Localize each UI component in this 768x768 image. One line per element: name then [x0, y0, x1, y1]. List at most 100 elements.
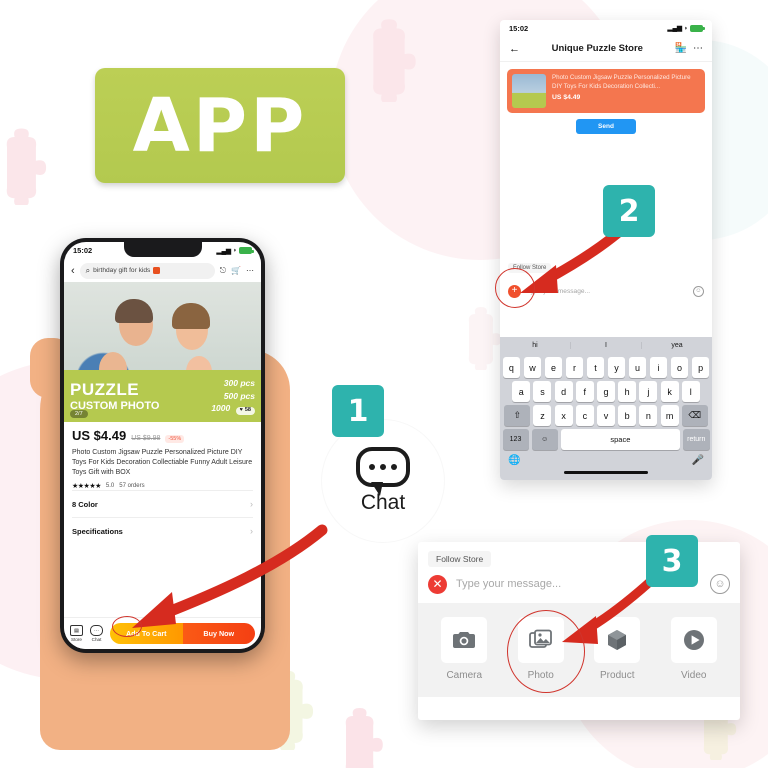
app-banner-label: APP [132, 82, 308, 169]
like-badge: ♥ 58 [235, 406, 255, 415]
close-icon[interactable]: ✕ [428, 574, 447, 594]
photo-hair [115, 298, 154, 323]
key-e[interactable]: e [544, 357, 563, 378]
key-u[interactable]: u [628, 357, 647, 378]
option-label: 8 Color [72, 499, 98, 509]
bottom-nav-store[interactable]: ▤ Store [70, 625, 83, 642]
suggestion-item[interactable]: hi [500, 342, 571, 349]
product-price: US $4.49 [72, 428, 127, 443]
search-input[interactable]: ⌕ birthday gift for kids [79, 262, 215, 279]
key-w[interactable]: w [523, 357, 542, 378]
photo-hair [172, 303, 211, 329]
product-preview-price: US $4.49 [552, 94, 581, 102]
keyboard-row-3: ⇧ z x c v b n m ⌫ [503, 405, 710, 426]
key-x[interactable]: x [554, 405, 573, 426]
shift-key[interactable]: ⇧ [504, 405, 531, 426]
step-badge-1: 1 [332, 385, 384, 437]
product-old-price: US $9.98 [131, 435, 161, 442]
bubble-dot [391, 464, 397, 470]
key-b[interactable]: b [618, 405, 637, 426]
space-key[interactable]: space [560, 429, 680, 450]
pcs-300: 300 pcs [223, 378, 255, 389]
product-thumbnail [512, 74, 546, 108]
wifi-icon: ◗ [233, 247, 237, 254]
key-t[interactable]: t [586, 357, 605, 378]
chat-callout: Chat [322, 420, 444, 542]
follow-store-chip[interactable]: Follow Store [428, 551, 492, 567]
store-icon[interactable]: 🏪 [675, 43, 687, 54]
key-q[interactable]: q [502, 357, 521, 378]
cart-icon[interactable]: 🛒 [231, 266, 241, 275]
key-c[interactable]: c [575, 405, 594, 426]
camera-icon [441, 617, 488, 663]
key-y[interactable]: y [607, 357, 626, 378]
key-k[interactable]: k [660, 381, 679, 402]
smiley-icon[interactable]: ☺ [710, 574, 730, 594]
suggestion-item[interactable]: yea [642, 342, 712, 349]
nav-label: Store [71, 637, 82, 642]
search-icon: ⌕ [85, 265, 91, 275]
hero-piece-counts: 300 pcs 500 pcs 1000 ♥ 58 [211, 377, 255, 415]
share-icon[interactable]: ⎋ [220, 266, 226, 276]
key-a[interactable]: a [512, 381, 531, 402]
product-hero-image[interactable]: PUZZLE CUSTOM PHOTO 300 pcs 500 pcs 1000… [64, 282, 261, 422]
rating-row: ★★★★★ 5.0 57 orders [72, 482, 253, 490]
signal-icon: ▂▄▆ [216, 247, 232, 255]
orders-count: 57 orders [119, 483, 145, 490]
microphone-icon[interactable]: 🎤 [692, 455, 704, 466]
option-row-color[interactable]: 8 Color › [72, 490, 253, 517]
like-count: 58 [244, 406, 251, 413]
key-d[interactable]: d [554, 381, 573, 402]
key-m[interactable]: m [660, 405, 679, 426]
key-p[interactable]: p [691, 357, 710, 378]
suggestion-item[interactable]: I [571, 342, 642, 349]
key-r[interactable]: r [565, 357, 584, 378]
bubble-dot [369, 464, 375, 470]
nav-label: Chat [91, 637, 102, 642]
emoji-key[interactable]: ☺ [531, 429, 558, 450]
chevron-left-icon[interactable]: ← [509, 43, 520, 55]
step-number: 1 [347, 393, 369, 429]
highlight-ring-chat-nav [112, 616, 142, 637]
attachment-option-video[interactable]: Video [656, 617, 733, 681]
key-o[interactable]: o [670, 357, 689, 378]
send-button[interactable]: Send [576, 119, 636, 134]
app-banner: APP [95, 68, 345, 183]
key-g[interactable]: g [597, 381, 615, 402]
product-description: Photo Custom Jigsaw Puzzle Personalized … [72, 449, 253, 477]
numbers-key[interactable]: 123 [502, 429, 529, 450]
rating-value: 5.0 [105, 483, 115, 490]
key-v[interactable]: v [597, 405, 615, 426]
home-indicator [564, 471, 648, 474]
price-row: US $4.49 US $9.98 -55% [72, 428, 253, 443]
gift-icon [153, 267, 161, 274]
chat-icon: ⋯ [90, 625, 103, 636]
highlight-ring-plus-button [495, 268, 535, 308]
star-rating-icon: ★★★★★ [72, 483, 101, 491]
globe-icon[interactable]: 🌐 [508, 455, 520, 466]
keyboard-row-1: q w e r t y u i o p [502, 357, 710, 378]
step-badge-2: 2 [603, 185, 655, 237]
product-preview[interactable]: Photo Custom Jigsaw Puzzle Personalized … [507, 69, 705, 113]
store-icon: ▤ [70, 625, 83, 636]
more-horizontal-icon[interactable]: ⋯ [246, 266, 254, 275]
key-j[interactable]: j [639, 381, 658, 402]
heart-icon: ♥ [239, 406, 243, 413]
backspace-key[interactable]: ⌫ [681, 405, 708, 426]
key-z[interactable]: z [533, 405, 552, 426]
key-i[interactable]: i [649, 357, 668, 378]
chevron-left-icon[interactable]: ‹ [71, 265, 75, 277]
chevron-right-icon: › [250, 499, 253, 510]
key-l[interactable]: l [681, 381, 700, 402]
key-h[interactable]: h [618, 381, 637, 402]
bottom-nav-chat[interactable]: ⋯ Chat [90, 625, 103, 642]
key-f[interactable]: f [575, 381, 594, 402]
key-s[interactable]: s [533, 381, 552, 402]
smiley-icon[interactable]: ☺ [693, 285, 704, 297]
step-number: 2 [618, 193, 640, 229]
attachment-option-camera[interactable]: Camera [426, 617, 503, 681]
send-row: Send [507, 113, 705, 141]
more-horizontal-icon[interactable]: ⋯ [693, 43, 703, 54]
key-n[interactable]: n [639, 405, 658, 426]
return-key[interactable]: return [683, 429, 710, 450]
